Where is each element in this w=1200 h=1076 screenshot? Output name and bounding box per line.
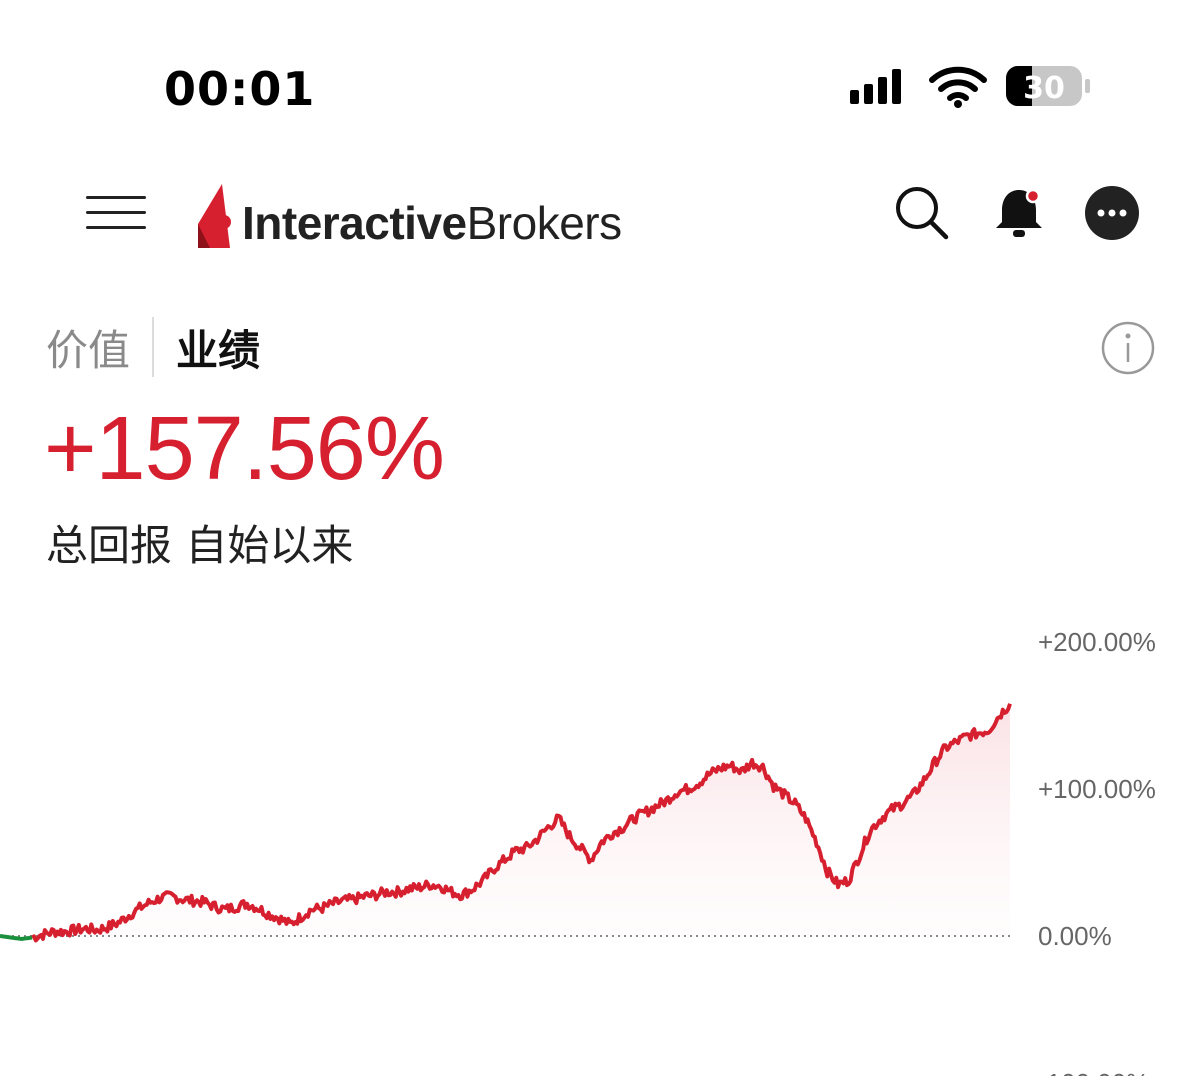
tab-value[interactable]: 价值 xyxy=(46,317,152,378)
series-line-negative xyxy=(0,934,33,941)
status-time: 00:01 xyxy=(164,62,316,116)
performance-chart[interactable]: +200.00% +100.00% 0.00% -100.00% xyxy=(0,600,1200,1076)
y-tick-label: +100.00% xyxy=(1038,774,1156,804)
notification-badge-dot xyxy=(1025,188,1041,204)
total-return-label: 总回报 自始以来 xyxy=(46,521,354,570)
total-return-value: +157.56% xyxy=(44,399,445,499)
search-icon[interactable] xyxy=(892,184,950,242)
tab-performance[interactable]: 业绩 xyxy=(154,317,260,378)
wifi-icon xyxy=(929,66,987,108)
more-icon[interactable] xyxy=(1084,185,1140,241)
info-icon[interactable] xyxy=(1100,320,1156,376)
bell-icon[interactable] xyxy=(990,184,1048,242)
view-tabs: 价值 业绩 xyxy=(46,316,260,378)
battery-icon: 30 xyxy=(1006,66,1090,106)
y-tick-label: 0.00% xyxy=(1038,921,1112,951)
logo-text-regular: Brokers xyxy=(466,197,622,249)
battery-level: 30 xyxy=(1023,71,1065,106)
logo-text-bold: Interactive xyxy=(242,197,467,249)
logo-mark-icon xyxy=(198,184,231,248)
y-tick-label: +200.00% xyxy=(1038,627,1156,657)
brand-logo: InteractiveBrokers xyxy=(194,180,622,252)
status-icons: 30 xyxy=(850,66,1090,108)
y-tick-label: -100.00% xyxy=(1038,1068,1149,1076)
menu-icon[interactable] xyxy=(86,194,148,234)
logo-text: InteractiveBrokers xyxy=(242,196,622,250)
cellular-signal-icon xyxy=(850,69,901,104)
